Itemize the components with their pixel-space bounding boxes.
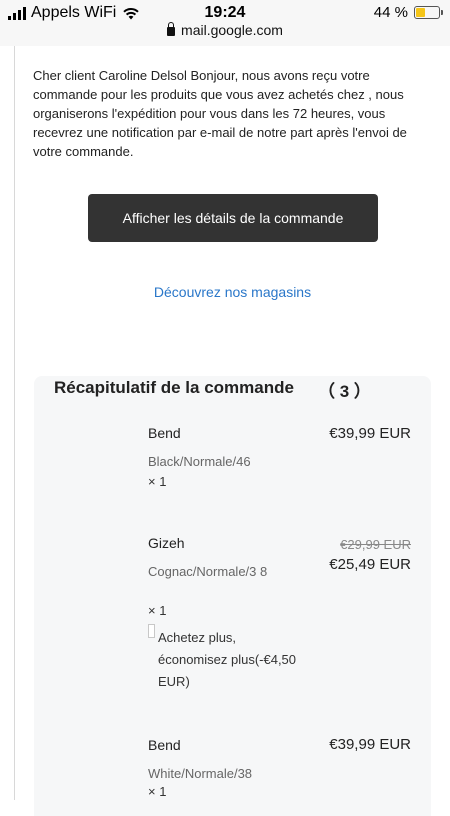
item-name[interactable]: Bend [148,425,181,441]
battery-percent: 44 % [373,4,408,21]
summary-count: （ 3 ） [318,382,371,401]
item-variant: White/Normale/38 [148,766,253,781]
lock-icon [167,22,176,36]
item-variant: Black/Normale/46 [148,454,251,469]
promo-note: Achetez plus, économisez plus(-€4,50 EUR… [158,630,297,689]
item-price: €39,99 EUR [329,736,411,753]
item-price: €39,99 EUR [329,425,411,442]
order-details-button[interactable]: Afficher les détails de la commande [88,194,378,242]
status-bar: Appels WiFi 19:24 44 % mail.google.com [0,0,450,46]
item-name[interactable]: Gizeh [148,535,185,551]
summary-title: Récapitulatif de la commande [54,378,294,397]
item-price: €25,49 EUR [329,556,411,573]
url-text: mail.google.com [181,22,283,38]
address-bar[interactable]: mail.google.com [0,22,450,38]
item-variant: Cognac/Normale/3 8 [148,564,268,579]
battery-icon [414,6,443,19]
status-right: 44 % [373,4,443,21]
item-quantity: × 1 [148,474,167,489]
intro-message: Cher client Caroline Delsol Bonjour, nou… [33,68,407,159]
item-original-price: €29,99 EUR [340,537,411,552]
item-quantity: × 1 [148,784,167,799]
divider [14,46,15,800]
stores-link[interactable]: Découvrez nos magasins [0,284,450,300]
item-name[interactable]: Bend [148,737,181,753]
discount-icon [148,624,155,638]
item-quantity: × 1 [148,603,167,618]
